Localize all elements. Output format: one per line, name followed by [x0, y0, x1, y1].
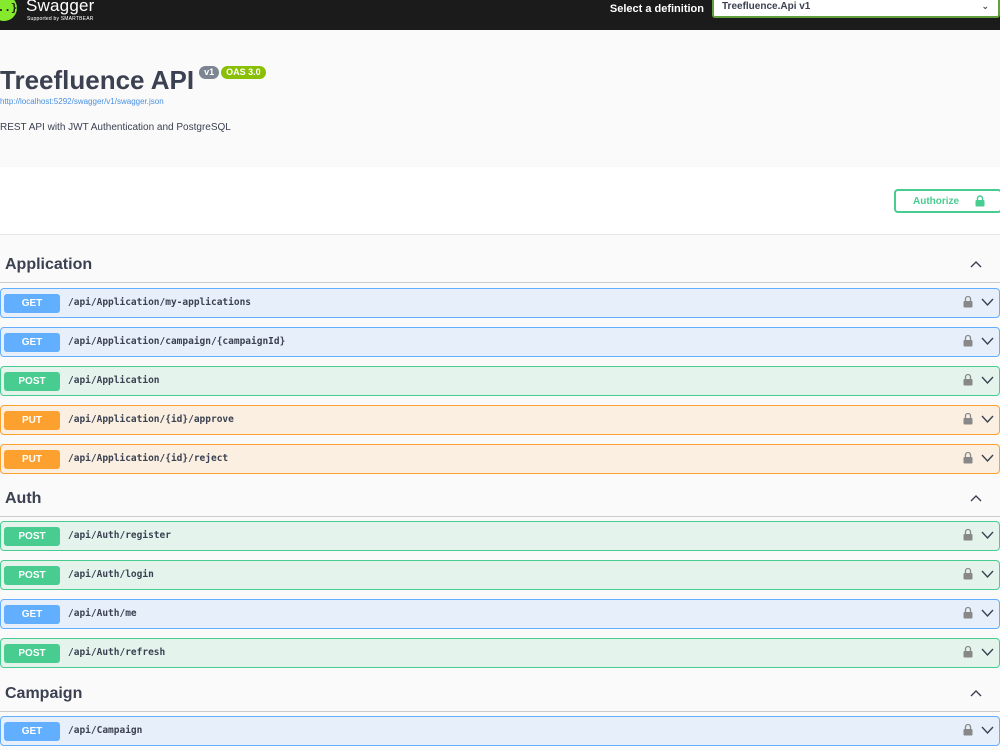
method-badge: POST	[4, 527, 60, 546]
operation-path: /api/Auth/me	[68, 608, 137, 619]
api-description: REST API with JWT Authentication and Pos…	[0, 122, 231, 133]
chevron-down-icon[interactable]	[981, 336, 994, 346]
operation-path: /api/Auth/login	[68, 569, 154, 580]
operation-path: /api/Application/my-applications	[68, 297, 252, 308]
authorize-label: Authorize	[913, 196, 960, 207]
method-badge: PUT	[4, 450, 60, 469]
operation-path: /api/Auth/register	[68, 530, 171, 541]
chevron-down-icon[interactable]	[981, 608, 994, 618]
chevron-down-icon[interactable]	[981, 530, 994, 540]
operation-path: /api/Auth/refresh	[68, 647, 166, 658]
operation-path: /api/Application	[68, 375, 160, 386]
operation-row[interactable]: GET /api/Campaign	[0, 716, 1000, 746]
lock-icon[interactable]	[963, 295, 973, 308]
select-definition-label: Select a definition	[609, 3, 704, 15]
scheme-container: Authorize	[0, 167, 1000, 235]
tag-title: Application	[5, 256, 93, 273]
chevron-up-icon[interactable]	[970, 688, 982, 700]
chevron-down-icon[interactable]	[981, 297, 994, 307]
lock-icon[interactable]	[963, 606, 973, 619]
definition-select[interactable]: Treefluence.Api v1 ⌄	[712, 0, 1000, 18]
definition-select-value: Treefluence.Api v1	[722, 1, 811, 12]
logo-text: Swagger	[26, 0, 95, 15]
lock-icon[interactable]	[963, 373, 973, 386]
chevron-down-icon[interactable]	[981, 375, 994, 385]
api-info: Treefluence API v1 OAS 3.0 http://localh…	[0, 30, 1000, 167]
operation-row[interactable]: POST /api/Auth/login	[0, 560, 1000, 590]
lock-icon[interactable]	[963, 723, 973, 736]
lock-icon	[975, 195, 985, 207]
tag-header-application[interactable]: Application	[0, 250, 1000, 283]
authorize-button[interactable]: Authorize	[894, 189, 1000, 213]
chevron-up-icon[interactable]	[970, 259, 982, 271]
tag-header-auth[interactable]: Auth	[0, 484, 1000, 517]
page-title: Treefluence API	[0, 65, 195, 95]
chevron-down-icon[interactable]	[981, 647, 994, 657]
lock-icon[interactable]	[963, 451, 973, 464]
chevron-down-icon[interactable]	[981, 414, 994, 424]
operation-path: /api/Application/campaign/{campaignId}	[68, 336, 286, 347]
operation-path: /api/Campaign	[68, 725, 143, 736]
chevron-down-icon[interactable]	[981, 725, 994, 735]
method-badge: GET	[4, 333, 60, 352]
method-badge: POST	[4, 566, 60, 585]
method-badge: PUT	[4, 411, 60, 430]
lock-icon[interactable]	[963, 334, 973, 347]
operation-row[interactable]: POST /api/Application	[0, 366, 1000, 396]
chevron-down-icon: ⌄	[981, 1, 989, 11]
method-badge: GET	[4, 605, 60, 624]
spec-url-link[interactable]: http://localhost:5292/swagger/v1/swagger…	[0, 97, 164, 106]
lock-icon[interactable]	[963, 567, 973, 580]
version-badge: v1	[199, 66, 220, 79]
operation-row[interactable]: PUT /api/Application/{id}/approve	[0, 405, 1000, 435]
lock-icon[interactable]	[963, 528, 973, 541]
operation-row[interactable]: GET /api/Auth/me	[0, 599, 1000, 629]
operation-row[interactable]: POST /api/Auth/refresh	[0, 638, 1000, 668]
logo-subtitle: Supported by SMARTBEAR	[27, 16, 94, 22]
tag-title: Campaign	[5, 685, 83, 702]
oas-badge: OAS 3.0	[221, 66, 266, 79]
operation-row[interactable]: GET /api/Application/campaign/{campaignI…	[0, 327, 1000, 357]
method-badge: POST	[4, 644, 60, 663]
tag-title: Auth	[5, 490, 42, 507]
topbar: {..} Swagger Supported by SMARTBEAR Sele…	[0, 0, 1000, 30]
operations-content: Application GET /api/Application/my-appl…	[0, 235, 1000, 750]
chevron-down-icon[interactable]	[981, 453, 994, 463]
operation-path: /api/Application/{id}/reject	[68, 453, 229, 464]
method-badge: GET	[4, 294, 60, 313]
method-badge: POST	[4, 372, 60, 391]
operation-path: /api/Application/{id}/approve	[68, 414, 234, 425]
operation-row[interactable]: GET /api/Application/my-applications	[0, 288, 1000, 318]
chevron-up-icon[interactable]	[970, 493, 982, 505]
title-row: Treefluence API v1 OAS 3.0	[0, 63, 266, 97]
swagger-logo-icon: {..}	[0, 0, 18, 21]
lock-icon[interactable]	[963, 412, 973, 425]
chevron-down-icon[interactable]	[981, 569, 994, 579]
tag-header-campaign[interactable]: Campaign	[0, 679, 1000, 712]
method-badge: GET	[4, 722, 60, 741]
operation-row[interactable]: POST /api/Auth/register	[0, 521, 1000, 551]
operation-row[interactable]: PUT /api/Application/{id}/reject	[0, 444, 1000, 474]
lock-icon[interactable]	[963, 645, 973, 658]
